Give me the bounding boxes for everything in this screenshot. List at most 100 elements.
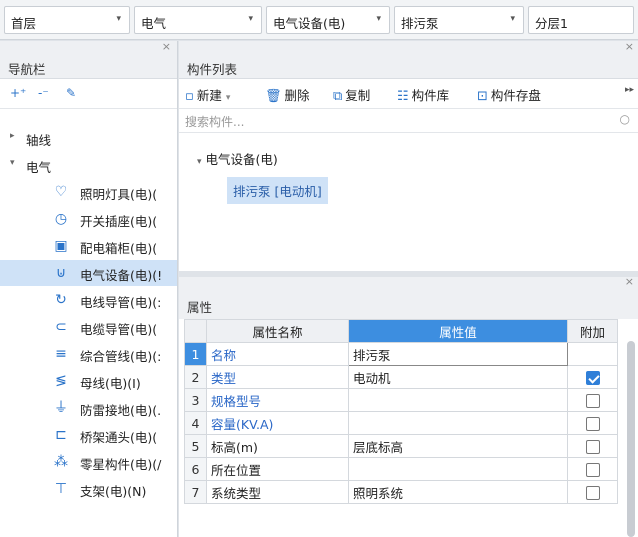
extra-checkbox[interactable] xyxy=(585,462,600,477)
tree-item-busbar[interactable]: ≶ 母线(电)(I) xyxy=(0,368,177,394)
tree-item-pipeline[interactable]: ≡ 综合管线(电)(: xyxy=(0,341,177,367)
tree-item-wire-conduit[interactable]: ↻ 电线导管(电)(: xyxy=(0,287,177,313)
extra-checkbox[interactable] xyxy=(585,370,600,385)
busbar-icon: ≶ xyxy=(55,373,67,389)
tree-item-axis[interactable]: ▸ 轴线 xyxy=(0,125,177,151)
close-icon[interactable]: × xyxy=(625,275,634,288)
tree-item-label: 母线(电)(I) xyxy=(80,376,141,391)
panel-icon: ▣ xyxy=(54,238,68,254)
grounding-icon: ⏚ xyxy=(54,400,68,416)
nav-toolbar: +⁺ -⁻ ✎ xyxy=(0,79,177,109)
copy-button[interactable]: ⧉ 复制 xyxy=(333,85,371,104)
properties-scrollbar[interactable] xyxy=(627,341,635,537)
extra-checkbox[interactable] xyxy=(585,485,600,500)
component-dropdown-value: 排污泵 xyxy=(401,16,439,31)
tree-item-bridge-fitting[interactable]: ⊏ 桥架通头(电)( xyxy=(0,422,177,448)
tree-item-electrical[interactable]: ▾ 电气 xyxy=(0,152,177,178)
property-extra-cell xyxy=(567,480,618,504)
component-group[interactable]: ▾ 电气设备(电) xyxy=(197,149,278,168)
property-value[interactable] xyxy=(348,411,568,435)
floor-dropdown[interactable]: 首层 ▾ xyxy=(4,6,130,34)
category-dropdown[interactable]: 电气设备(电) ▾ xyxy=(266,6,390,34)
tree-item-label: 防雷接地(电)(. xyxy=(80,403,162,418)
property-extra-cell xyxy=(567,365,618,389)
delete-button-label: 删除 xyxy=(284,88,310,103)
collapse-all-icon[interactable]: -⁻ xyxy=(38,86,49,100)
table-row[interactable]: 3 规格型号 xyxy=(184,388,618,412)
more-tools-icon[interactable]: ▸▸ xyxy=(625,85,634,103)
property-value[interactable] xyxy=(348,388,568,412)
wire-conduit-icon: ↻ xyxy=(55,292,67,308)
extra-checkbox[interactable] xyxy=(585,439,600,454)
property-value[interactable]: 电动机 xyxy=(348,365,568,389)
property-value-input[interactable]: 排污泵 xyxy=(348,342,568,366)
tree-item-label: 照明灯具(电)( xyxy=(80,187,158,202)
property-value[interactable]: 照明系统 xyxy=(348,480,568,504)
component-library-label: 构件库 xyxy=(411,88,450,103)
chevron-down-icon: ▾ xyxy=(248,14,253,24)
table-row[interactable]: 1 名称 排污泵 xyxy=(184,342,618,366)
component-library-button[interactable]: ☷ 构件库 xyxy=(397,85,450,104)
tree-item-switch-socket[interactable]: ◷ 开关插座(电)( xyxy=(0,206,177,232)
layer-dropdown-value: 分层1 xyxy=(535,16,568,31)
expand-all-icon[interactable]: +⁺ xyxy=(10,86,26,100)
component-search[interactable]: 搜索构件... ○ xyxy=(179,109,638,133)
property-name: 类型 xyxy=(206,365,349,389)
new-file-icon: ▫ xyxy=(185,89,194,104)
property-name: 规格型号 xyxy=(206,388,349,412)
chevron-right-icon[interactable]: ▸ xyxy=(10,131,15,141)
bracket-icon: ⊤ xyxy=(54,481,68,497)
new-button[interactable]: ▫ 新建 ▾ xyxy=(185,85,230,104)
component-item-selected[interactable]: 排污泵 [电动机] xyxy=(227,177,328,204)
tree-item-label: 桥架通头(电)( xyxy=(80,430,158,445)
edit-icon[interactable]: ✎ xyxy=(66,86,76,100)
extra-checkbox[interactable] xyxy=(585,393,600,408)
nav-close-bar: × xyxy=(0,41,177,55)
properties-panel: × 属性 属性名称 属性值 附加 1 名称 排污泵 2 类型 电动机 3 规格型… xyxy=(179,275,638,537)
close-icon[interactable]: × xyxy=(162,41,171,53)
search-input[interactable]: 搜索构件... xyxy=(185,113,244,130)
layer-dropdown[interactable]: 分层1 xyxy=(528,6,634,34)
plug-icon: ⊍ xyxy=(55,265,67,281)
delete-button[interactable]: 🗑 删除 xyxy=(265,85,310,104)
trash-icon: 🗑 xyxy=(265,89,282,104)
tree-item-cable-conduit[interactable]: ⊂ 电缆导管(电)( xyxy=(0,314,177,340)
tree-item-bracket[interactable]: ⊤ 支架(电)(N) xyxy=(0,476,177,502)
tree-item-grounding[interactable]: ⏚ 防雷接地(电)(. xyxy=(0,395,177,421)
misc-component-icon: ⁂ xyxy=(54,454,68,470)
save-icon: ⊡ xyxy=(477,89,488,104)
table-row[interactable]: 4 容量(KV.A) xyxy=(184,411,618,435)
property-value-header: 属性值 xyxy=(348,319,568,343)
table-row[interactable]: 7 系统类型 照明系统 xyxy=(184,480,618,504)
tree-item-lighting[interactable]: ♡ 照明灯具(电)( xyxy=(0,179,177,205)
row-number: 6 xyxy=(184,457,207,481)
bulb-icon: ♡ xyxy=(54,184,68,200)
row-number: 2 xyxy=(184,365,207,389)
component-dropdown[interactable]: 排污泵 ▾ xyxy=(394,6,524,34)
component-list-title: 构件列表 xyxy=(179,55,638,79)
property-extra-cell xyxy=(567,411,618,435)
tree-item-electrical-equipment[interactable]: ⊍ 电气设备(电)(! xyxy=(0,260,177,286)
copy-button-label: 复制 xyxy=(345,88,371,103)
property-value[interactable] xyxy=(348,457,568,481)
chevron-down-icon: ▾ xyxy=(376,14,381,24)
property-name: 所在位置 xyxy=(206,457,349,481)
discipline-dropdown[interactable]: 电气 ▾ xyxy=(134,6,262,34)
table-row[interactable]: 6 所在位置 xyxy=(184,457,618,481)
property-name-header: 属性名称 xyxy=(206,319,349,343)
chevron-down-icon[interactable]: ▾ xyxy=(197,157,202,167)
property-extra-cell xyxy=(567,457,618,481)
property-extra-cell xyxy=(567,388,618,412)
table-row[interactable]: 2 类型 电动机 xyxy=(184,365,618,389)
component-save-button[interactable]: ⊡ 构件存盘 xyxy=(477,85,541,104)
property-value[interactable]: 层底标高 xyxy=(348,434,568,458)
cable-conduit-icon: ⊂ xyxy=(55,319,67,335)
bridge-fitting-icon: ⊏ xyxy=(55,427,67,443)
search-icon[interactable]: ○ xyxy=(620,112,630,126)
chevron-down-icon[interactable]: ▾ xyxy=(10,158,15,168)
close-icon[interactable]: × xyxy=(625,40,634,53)
tree-item-misc-component[interactable]: ⁂ 零星构件(电)(/ xyxy=(0,449,177,475)
tree-item-distribution-box[interactable]: ▣ 配电箱柜(电)( xyxy=(0,233,177,259)
table-row[interactable]: 5 标高(m) 层底标高 xyxy=(184,434,618,458)
extra-checkbox[interactable] xyxy=(585,416,600,431)
